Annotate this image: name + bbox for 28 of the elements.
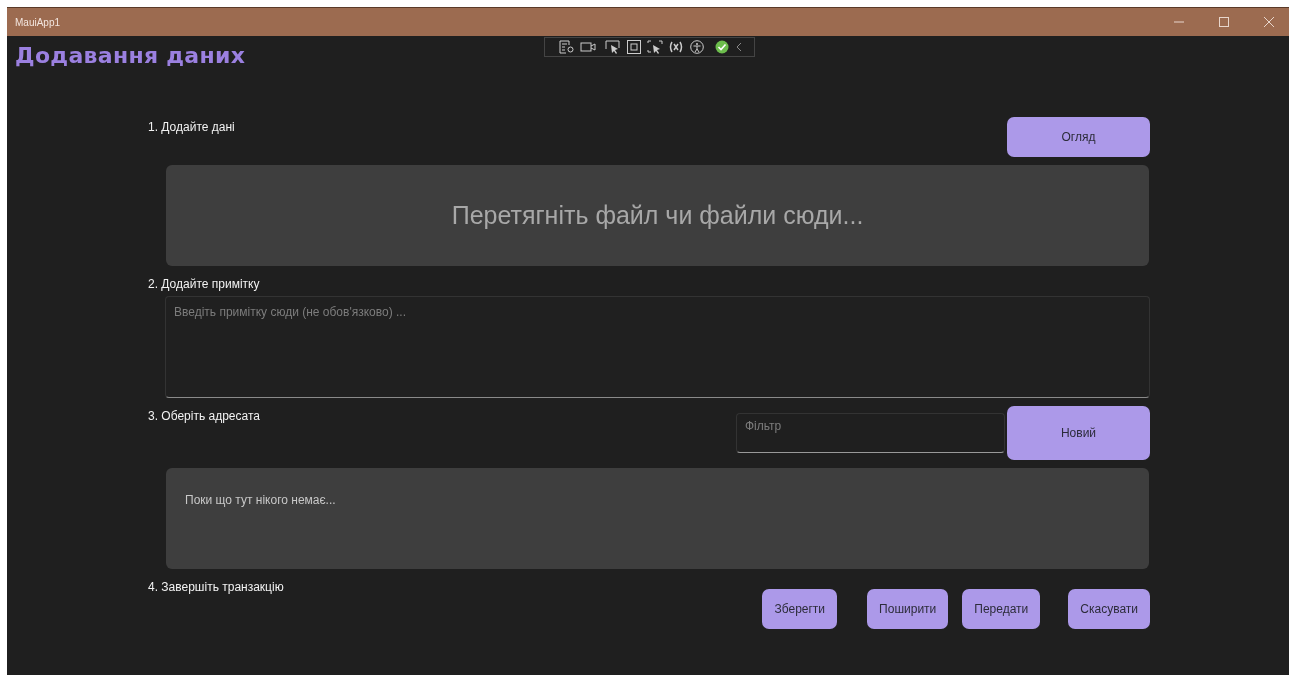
page-settings-icon[interactable] <box>559 40 575 54</box>
camera-icon[interactable] <box>580 40 596 54</box>
note-field[interactable]: Введіть примітку сюди (не обов'язково) ... <box>165 296 1150 398</box>
page-heading: Додавання даних <box>15 43 246 70</box>
maximize-icon[interactable] <box>1218 16 1230 28</box>
browse-button[interactable]: Огляд <box>1007 117 1150 157</box>
step-label: 1. Додайте дані <box>148 120 235 134</box>
window-title: MauiApp1 <box>15 16 61 28</box>
action-button[interactable]: Передати <box>962 589 1041 629</box>
select-area-icon[interactable] <box>647 40 663 54</box>
binding-icon[interactable] <box>668 40 684 54</box>
square-icon[interactable] <box>626 40 642 54</box>
step-label: 2. Додайте примітку <box>148 277 261 291</box>
action-button[interactable]: Зберегти <box>762 589 838 629</box>
action-button[interactable]: Скасувати <box>1068 589 1150 629</box>
drop-zone[interactable]: Перетягніть файл чи файли сюди... <box>166 165 1149 266</box>
check-icon[interactable] <box>714 40 730 54</box>
filter-field[interactable]: Фільтр <box>736 413 1005 453</box>
action-button[interactable]: Поширити <box>867 589 949 629</box>
accessibility-icon[interactable] <box>689 40 705 54</box>
step-label: 3. Оберіть адресата <box>148 409 261 423</box>
step-label: 4. Завершіть транзакцію <box>148 580 285 594</box>
new-button[interactable]: Новий <box>1007 406 1150 460</box>
collapse-icon[interactable] <box>735 40 743 54</box>
drop-zone-text: Перетягніть файл чи файли сюди... <box>451 201 864 230</box>
select-element-icon[interactable] <box>605 40 621 54</box>
empty-list-text: Поки що тут нікого немає... <box>185 493 336 507</box>
close-icon[interactable] <box>1263 16 1275 28</box>
